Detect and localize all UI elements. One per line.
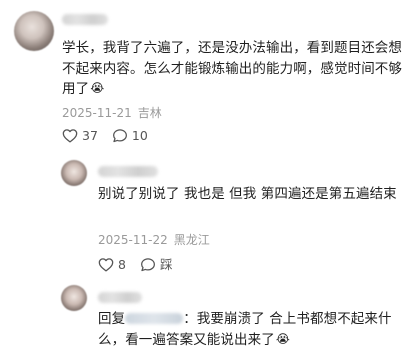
reply-prefix: 回复 <box>98 311 126 327</box>
comment-text: 学长，我背了六遍了，还是没办法输出，看到题目还会想不起来内容。怎么才能锻炼输出的… <box>62 38 407 100</box>
reply-avatar[interactable] <box>61 285 87 311</box>
comment-date: 2025-11-21 <box>62 106 132 120</box>
username-blurred[interactable] <box>62 14 108 25</box>
reply-location: 黑龙江 <box>173 233 210 247</box>
comment-location: 吉林 <box>137 106 162 120</box>
heart-icon <box>98 258 114 272</box>
reply-button[interactable]: 10 <box>112 128 148 143</box>
comment-body: 学长，我背了六遍了，还是没办法输出，看到题目还会想不起来内容。怎么才能锻炼输出的… <box>62 40 402 97</box>
reply-date: 2025-11-22 <box>98 233 168 247</box>
reply-username-blurred[interactable] <box>98 292 142 303</box>
reply-dislike-label: 踩 <box>159 256 173 272</box>
comment-meta: 2025-11-21 吉林 <box>62 106 162 120</box>
comment-bubble-icon <box>112 129 127 143</box>
comment-bubble-icon <box>140 258 155 272</box>
like-button[interactable]: 37 <box>62 128 98 143</box>
reply-body: 别说了别说了 我也是 但我 第四遍还是第五遍结束 <box>98 186 397 202</box>
reply-meta: 2025-11-22 黑龙江 <box>98 233 210 247</box>
reply-count: 10 <box>131 127 148 143</box>
comment-actions: 37 10 <box>62 128 162 143</box>
reply-username-blurred[interactable] <box>98 166 158 177</box>
reply-avatar[interactable] <box>61 160 87 186</box>
crying-emoji-icon: 😭 <box>275 331 290 346</box>
reply-like-button[interactable]: 8 <box>98 257 126 272</box>
comment-thread: 学长，我背了六遍了，还是没办法输出，看到题目还会想不起来内容。怎么才能锻炼输出的… <box>0 0 415 360</box>
like-count: 37 <box>82 127 98 143</box>
avatar[interactable] <box>14 11 54 51</box>
heart-icon <box>62 129 78 143</box>
crying-emoji-icon: 😭 <box>90 81 105 95</box>
reply-text: 回复 ：我要崩溃了 合上书都想不起来什么，看一遍答案又能说出来了😭 <box>98 309 408 350</box>
reply-comment-button[interactable]: 踩 <box>140 256 173 272</box>
reply-text: 别说了别说了 我也是 但我 第四遍还是第五遍结束 <box>98 184 408 205</box>
mentioned-username-blurred[interactable] <box>125 313 184 324</box>
reply-actions: 8 踩 <box>98 257 186 272</box>
reply-like-count: 8 <box>118 256 126 272</box>
